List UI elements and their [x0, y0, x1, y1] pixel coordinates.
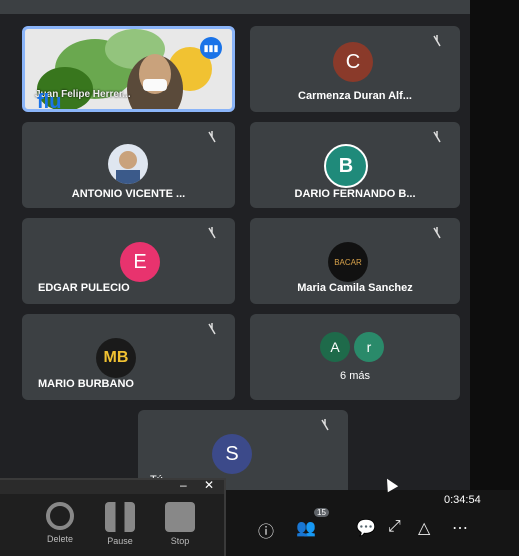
participant-tile-antonio[interactable]: ANTONIO VICENTE ...: [22, 122, 235, 208]
pause-button[interactable]: Pause: [100, 502, 140, 546]
info-icon[interactable]: ⓘ: [258, 518, 274, 542]
close-icon[interactable]: ✕: [204, 478, 214, 492]
delete-button[interactable]: Delete: [40, 502, 80, 544]
participant-tile-juan-felipe[interactable]: Juan Felipe Herrer... flu ▮▮▮: [22, 26, 235, 112]
meeting-timer: 0:34:54: [444, 494, 481, 506]
avatar: C: [333, 42, 373, 82]
more-options-icon[interactable]: ⋯: [452, 518, 468, 538]
participant-tile-carmenza[interactable]: C Carmenza Duran Alf...: [250, 26, 460, 112]
logo-text: flu: [37, 91, 62, 112]
participant-tile-maria-camila[interactable]: BACAR Maria Camila Sanchez: [250, 218, 460, 304]
avatar: r: [354, 332, 384, 362]
mic-off-icon: [430, 226, 444, 240]
mic-off-icon: [205, 226, 219, 240]
avatar-logo: BACAR: [328, 242, 368, 282]
avatar-photo: [108, 144, 148, 184]
recorder-window: – ✕ Delete Pause Stop: [0, 478, 226, 556]
participant-tile-dario[interactable]: B DARIO FERNANDO B...: [250, 122, 460, 208]
avatar: B: [324, 144, 368, 188]
mic-off-icon: [205, 322, 219, 336]
stop-button[interactable]: Stop: [160, 502, 200, 546]
activities-icon[interactable]: △: [418, 518, 430, 538]
participant-name: DARIO FERNANDO B...: [294, 188, 416, 200]
top-bar: [0, 0, 519, 14]
participant-name: ANTONIO VICENTE ...: [71, 188, 186, 200]
pause-icon: [105, 502, 135, 532]
recorder-titlebar: – ✕: [0, 478, 224, 494]
speaking-indicator-icon: ▮▮▮: [200, 37, 222, 59]
participant-name: Maria Camila Sanchez: [297, 282, 413, 294]
minimize-icon[interactable]: –: [180, 478, 187, 492]
delete-label: Delete: [46, 534, 73, 544]
pause-label: Pause: [107, 536, 133, 546]
participant-tile-mario[interactable]: MB MARIO BURBANO: [22, 314, 235, 400]
fullscreen-icon[interactable]: ⤢: [388, 518, 401, 536]
mic-off-icon: [430, 34, 444, 48]
avatar: E: [120, 242, 160, 282]
avatar: A: [320, 332, 350, 362]
more-participants-label: 6 más: [340, 370, 370, 382]
stop-label: Stop: [170, 536, 190, 546]
delete-icon: [46, 502, 74, 530]
mic-off-icon: [318, 418, 332, 432]
avatar-logo: MB: [96, 338, 136, 378]
mic-off-icon: [430, 130, 444, 144]
avatar: S: [212, 434, 252, 474]
chat-icon[interactable]: 💬: [356, 518, 376, 538]
participant-name: EDGAR PULECIO: [38, 282, 130, 294]
participant-name: Carmenza Duran Alf...: [298, 90, 412, 102]
participant-name: MARIO BURBANO: [38, 378, 134, 390]
stop-icon: [165, 502, 195, 532]
participant-tile-edgar[interactable]: E EDGAR PULECIO: [22, 218, 235, 304]
participant-tile-more[interactable]: A r 6 más: [250, 314, 460, 400]
people-icon[interactable]: 👥: [296, 518, 316, 538]
mic-off-icon: [205, 130, 219, 144]
side-panel-edge: [470, 0, 519, 556]
participants-count-badge: 15: [314, 508, 329, 517]
